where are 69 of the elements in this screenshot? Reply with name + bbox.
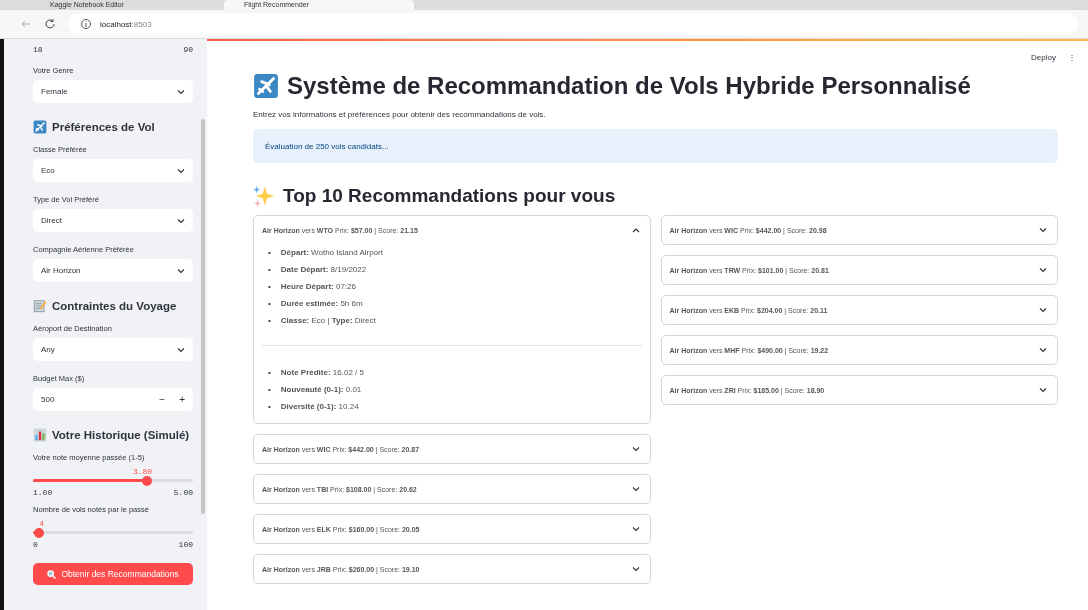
info-message: Évaluation de 250 vols candidats... xyxy=(253,129,1058,163)
chevron-down-icon xyxy=(631,566,640,572)
bullet: • xyxy=(268,384,271,396)
detail-item: Durée estimée: 5h 6m xyxy=(280,297,363,310)
deploy-button[interactable]: Deploy xyxy=(1031,53,1056,62)
chevron-up-icon xyxy=(631,227,640,233)
airplane-icon xyxy=(33,120,47,134)
chevron-down-icon xyxy=(631,446,640,452)
scrollbar[interactable] xyxy=(201,119,205,514)
slider-max-label: 100 xyxy=(178,540,193,549)
chevron-down-icon xyxy=(631,486,640,492)
chevron-down-icon xyxy=(177,267,185,274)
increment-button[interactable]: + xyxy=(179,394,185,405)
chevron-down-icon xyxy=(1039,307,1047,313)
chevron-down-icon xyxy=(177,346,185,353)
section-heading: Contraintes du Voyage xyxy=(33,299,193,313)
page-title: Système de Recommandation de Vols Hybride Personnalisé xyxy=(253,72,1076,100)
slider-min-label: 0 xyxy=(33,540,38,549)
select-field[interactable]: Any xyxy=(33,338,193,361)
section-heading: Top 10 Recommandations pour vous xyxy=(253,185,1076,207)
bullet: • xyxy=(268,401,271,413)
bullet: • xyxy=(268,281,271,293)
slider-handle[interactable] xyxy=(34,527,45,538)
menu-button[interactable]: ⋮ xyxy=(1068,53,1076,62)
bullet: • xyxy=(268,247,271,259)
select-field[interactable]: Female xyxy=(33,80,193,103)
detail-item: Heure Départ: 07:26 xyxy=(280,280,356,293)
select-field[interactable]: Direct xyxy=(33,209,193,232)
chevron-down-icon xyxy=(631,526,640,532)
select-field[interactable]: Eco xyxy=(33,159,193,182)
chevron-down-icon xyxy=(177,217,185,224)
section-heading: Préférences de Vol xyxy=(33,120,193,134)
number-value[interactable]: 500 xyxy=(41,395,55,404)
detail-item: Date Départ: 8/19/2022 xyxy=(280,263,367,276)
page-subtitle: Entrez vos informations et préférences pour obtenir des recommandations de vols. xyxy=(253,110,547,119)
slider-handle[interactable] xyxy=(141,475,152,486)
slider-value: 3.80 xyxy=(132,467,153,476)
chevron-down-icon xyxy=(1039,267,1047,273)
bar-chart-icon xyxy=(33,428,47,442)
reload-icon[interactable] xyxy=(44,18,56,30)
metric-item: Note Prédite: 16.02 / 5 xyxy=(280,366,364,379)
chevron-down-icon xyxy=(177,88,185,95)
bullet: • xyxy=(268,315,271,327)
chevron-down-icon xyxy=(1039,347,1047,353)
detail-item: Classe: Eco | Type: Direct xyxy=(280,314,376,327)
metric-item: Diversité (0-1): 10.24 xyxy=(280,400,359,413)
detail-item: Départ: Wotho Island Airport xyxy=(280,246,383,259)
search-icon xyxy=(47,569,57,579)
address-bar[interactable]: localhost:8503 xyxy=(68,13,1078,35)
airplane-icon xyxy=(253,73,279,99)
chevron-down-icon xyxy=(1039,387,1047,393)
slider-value: 4 xyxy=(39,519,44,528)
decrement-button[interactable]: − xyxy=(159,394,166,405)
slider-min-label: 18 xyxy=(33,45,43,54)
slider-min-label: 1.00 xyxy=(33,488,53,497)
bullet: • xyxy=(268,367,271,379)
back-icon[interactable] xyxy=(20,18,32,30)
chevron-down-icon xyxy=(1039,227,1047,233)
metric-item: Nouveauté (0-1): 0.01 xyxy=(280,383,362,396)
info-icon xyxy=(80,18,92,30)
select-field[interactable]: Air Horizon xyxy=(33,259,193,282)
bullet: • xyxy=(268,298,271,310)
chevron-down-icon xyxy=(177,167,185,174)
bullet: • xyxy=(268,264,271,276)
section-heading: Votre Historique (Simulé) xyxy=(33,428,193,442)
memo-icon xyxy=(33,299,47,313)
slider-max-label: 90 xyxy=(183,45,193,54)
sparkles-icon xyxy=(253,185,275,207)
slider-max-label: 5.00 xyxy=(173,488,193,497)
